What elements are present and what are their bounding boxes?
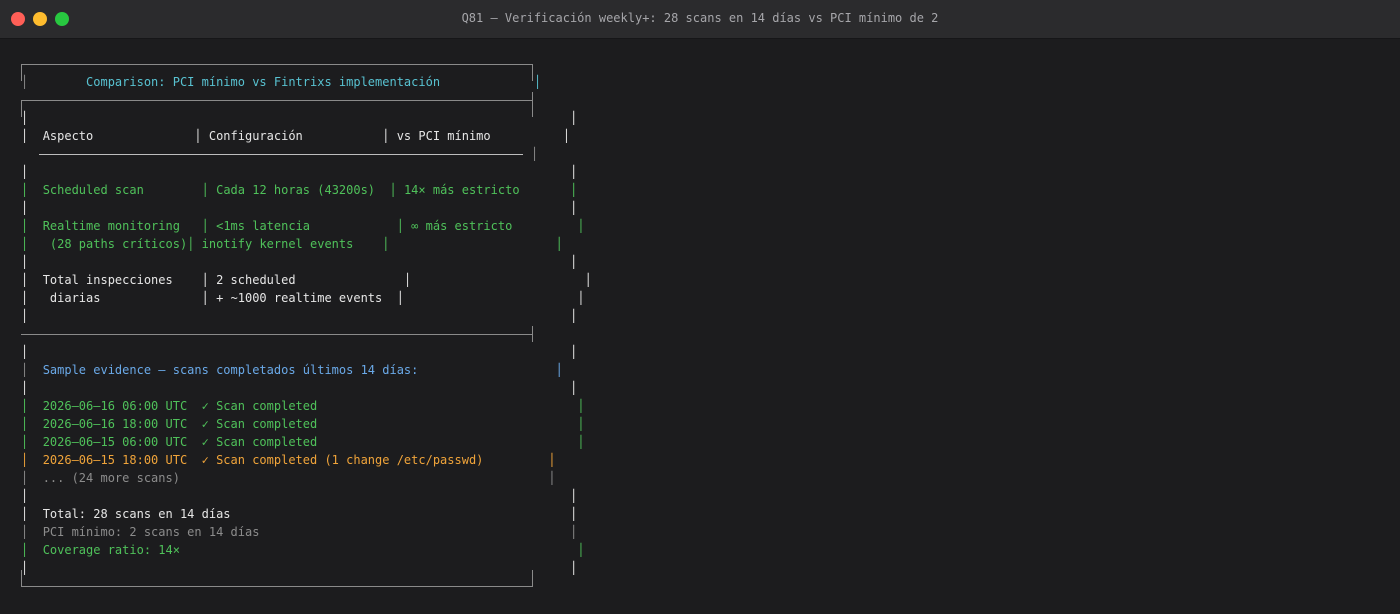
table-row: │ Total inspecciones │ 2 scheduled │ │	[21, 273, 592, 287]
box-top-border	[21, 64, 533, 65]
window-title: Q81 — Verificación weekly+: 28 scans en …	[461, 11, 939, 25]
table-header-aspect: Aspecto	[42, 129, 94, 143]
section-separator	[21, 334, 533, 335]
evidence-more-text: ... (24 more scans)	[42, 471, 180, 485]
table-cell-aspect: diarias	[42, 291, 101, 305]
table-cell-config: 2 scheduled	[216, 273, 296, 287]
evidence-heading: Sample evidence — scans completados últi…	[42, 363, 419, 377]
box-bottom-left	[21, 570, 22, 586]
blank-line: │ │	[21, 111, 578, 125]
table-cell-config: inotify kernel events	[201, 237, 354, 251]
window-titlebar: Q81 — Verificación weekly+: 28 scans en …	[0, 0, 1400, 39]
evidence-entry-text: 2026–06–16 06:00 UTC ✓ Scan completed	[42, 399, 318, 413]
heading-separator	[21, 100, 533, 101]
evidence-entry-text: 2026–06–15 06:00 UTC ✓ Scan completed	[42, 435, 318, 449]
summary-coverage-text: Coverage ratio: 14×	[42, 543, 180, 557]
evidence-entry: │ 2026–06–15 06:00 UTC ✓ Scan completed …	[21, 435, 585, 449]
table-cell-config: + ~1000 realtime events	[216, 291, 383, 305]
table-cell-vs: 14× más estricto	[403, 183, 520, 197]
table-cell-aspect: Realtime monitoring	[42, 219, 180, 233]
comparison-heading: Comparison: PCI mínimo vs Fintrixs imple…	[86, 75, 441, 89]
evidence-more: │ ... (24 more scans) │	[21, 471, 556, 485]
evidence-entry: │ 2026–06–16 18:00 UTC ✓ Scan completed …	[21, 417, 585, 431]
box-bottom-border	[21, 586, 533, 587]
evidence-entry: │ 2026–06–16 06:00 UTC ✓ Scan completed …	[21, 399, 585, 413]
table-header-config: Configuración	[208, 129, 303, 143]
evidence-entry-text: 2026–06–16 18:00 UTC ✓ Scan completed	[42, 417, 318, 431]
blank-line: │ │	[21, 309, 578, 323]
terminal-output: │ Comparison: PCI mínimo vs Fintrixs imp…	[0, 39, 1400, 614]
summary-coverage: │ Coverage ratio: 14× │	[21, 543, 585, 557]
evidence-entry-warning: │ 2026–06–15 18:00 UTC ✓ Scan completed …	[21, 453, 556, 467]
blank-line: │ │	[21, 165, 578, 179]
blank-line: │ │	[21, 345, 578, 359]
comparison-heading-line: │ Comparison: PCI mínimo vs Fintrixs imp…	[21, 75, 542, 89]
box-bottom-right	[532, 570, 533, 586]
summary-total-text: Total: 28 scans en 14 días	[42, 507, 231, 521]
summary-total: │ Total: 28 scans en 14 días │	[21, 507, 578, 521]
blank-line: │ │	[21, 381, 578, 395]
evidence-entry-text: 2026–06–15 18:00 UTC ✓ Scan completed (1…	[42, 453, 484, 467]
blank-line: │ │	[21, 201, 578, 215]
table-row: │ Realtime monitoring │ <1ms latencia │ …	[21, 219, 585, 233]
section-separator-right	[532, 326, 533, 342]
table-cell-config: Cada 12 horas (43200s)	[216, 183, 376, 197]
table-row: │ Scheduled scan │ Cada 12 horas (43200s…	[21, 183, 578, 197]
summary-pci-text: PCI mínimo: 2 scans en 14 días	[42, 525, 260, 539]
table-row: │ (28 paths críticos)│ inotify kernel ev…	[21, 237, 563, 251]
table-cell-aspect: Scheduled scan	[42, 183, 144, 197]
table-cell-config: <1ms latencia	[216, 219, 311, 233]
table-header-vs: vs PCI mínimo	[396, 129, 491, 143]
blank-line: │ │	[21, 255, 578, 269]
table-header-underline-end: │	[531, 147, 539, 161]
blank-line: │ │	[21, 489, 578, 503]
blank-line: │ │	[21, 561, 578, 575]
table-header-row: │ Aspecto │ Configuración │ vs PCI mínim…	[21, 129, 571, 143]
table-cell-aspect: Total inspecciones	[42, 273, 173, 287]
table-row: │ diarias │ + ~1000 realtime events │ │	[21, 291, 585, 305]
table-cell-aspect: (28 paths críticos)	[42, 237, 188, 251]
summary-pci: │ PCI mínimo: 2 scans en 14 días │	[21, 525, 578, 539]
table-cell-vs: ∞ más estricto	[411, 219, 513, 233]
evidence-heading-line: │ Sample evidence — scans completados úl…	[21, 363, 563, 377]
table-header-underline	[39, 154, 523, 155]
